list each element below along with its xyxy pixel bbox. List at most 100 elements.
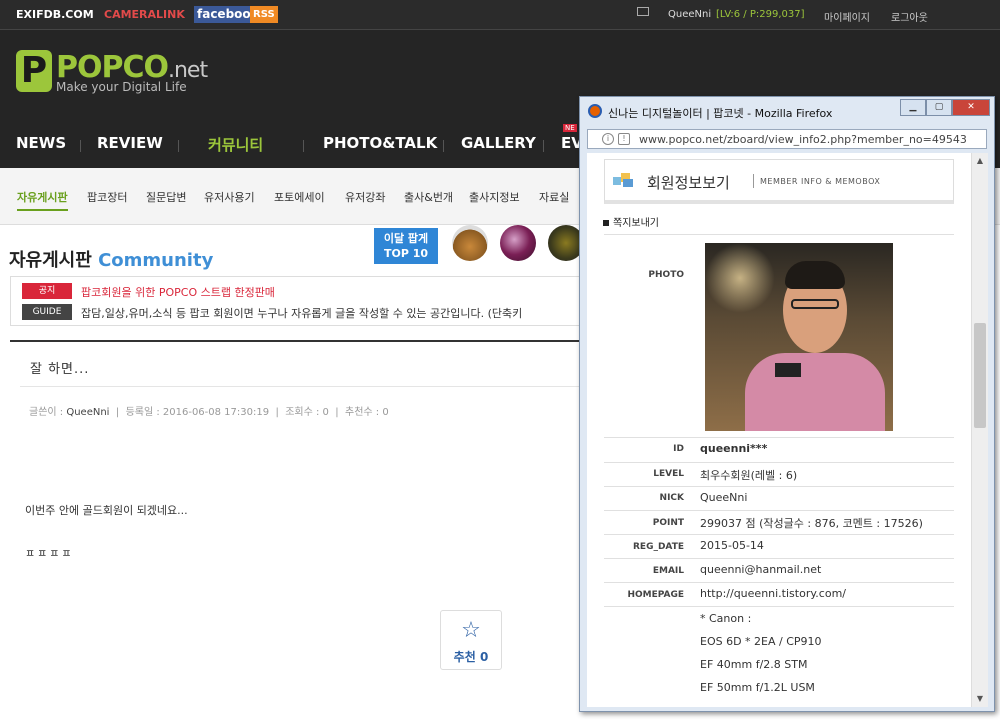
notice-badge: 공지 xyxy=(22,283,72,299)
subnav-spot-info[interactable]: 출사지정보 xyxy=(469,189,520,205)
nav-community[interactable]: 커뮤니티 xyxy=(208,134,263,155)
post-body-text: ㅍㅍㅍㅍ xyxy=(25,547,74,560)
board-title: 자유게시판 Community xyxy=(9,250,214,271)
divider xyxy=(20,386,580,387)
field-point-value: 299037 점 (작성글수 : 876, 코멘트 : 17526) xyxy=(700,517,923,530)
nav-divider xyxy=(443,140,444,152)
member-info-subtitle: MEMBER INFO & MEMOBOX xyxy=(760,177,881,186)
logo-p-icon: P xyxy=(16,50,52,92)
member-photo xyxy=(705,243,893,431)
user-level: [LV:6 / P:299,037] xyxy=(716,9,805,20)
subnav-user-review[interactable]: 유저사용기 xyxy=(204,189,255,205)
field-label: ID xyxy=(673,444,684,454)
field-label: NICK xyxy=(659,493,684,503)
top-avatar[interactable] xyxy=(500,225,536,261)
nav-photo-talk[interactable]: PHOTO&TALK xyxy=(323,134,437,152)
divider xyxy=(604,558,954,559)
username[interactable]: QueeNni xyxy=(668,9,711,20)
exifdb-link[interactable]: EXIFDB.COM xyxy=(16,8,94,21)
top-bar: EXIFDB.COM CAMERALINK facebook RSS QueeN… xyxy=(0,0,1000,30)
post-title: 잘 하면... xyxy=(30,362,90,377)
maximize-button[interactable]: ▢ xyxy=(926,99,952,116)
nav-divider xyxy=(543,140,544,152)
subnav-photo-essay[interactable]: 포토에세이 xyxy=(274,189,325,205)
mypage-link[interactable]: 마이페이지 xyxy=(824,9,870,24)
divider xyxy=(604,462,954,463)
nav-gallery[interactable]: GALLERY xyxy=(461,134,536,152)
recommend-label: 추천 xyxy=(453,650,476,664)
subnav-market[interactable]: 팝코장터 xyxy=(87,189,127,205)
logo-tagline: Make your Digital Life xyxy=(56,80,187,94)
shield-icon[interactable]: ! xyxy=(618,133,630,145)
popup-content: 회원정보보기 MEMBER INFO & MEMOBOX 쪽지보내기 PHOTO… xyxy=(587,153,988,707)
subnav-qna[interactable]: 질문답변 xyxy=(146,189,186,205)
logout-link[interactable]: 로그아웃 xyxy=(891,9,928,24)
url-bar[interactable]: i ! www.popco.net/zboard/view_info2.php?… xyxy=(587,129,987,149)
field-label: REG_DATE xyxy=(633,542,684,552)
divider xyxy=(604,534,954,535)
divider xyxy=(604,437,954,438)
firefox-icon xyxy=(588,104,602,118)
scroll-up-icon[interactable]: ▲ xyxy=(972,153,988,169)
scroll-down-icon[interactable]: ▼ xyxy=(972,691,988,707)
field-id-value: queenni*** xyxy=(700,442,768,455)
field-label: HOMEPAGE xyxy=(627,590,684,600)
homepage-line: EOS 6D * 2EA / CP910 xyxy=(700,635,822,648)
divider xyxy=(604,234,954,235)
field-homepage-value[interactable]: http://queenni.tistory.com/ xyxy=(700,587,846,600)
member-info-title: 회원정보보기 xyxy=(647,174,730,192)
guide-text: 잡담,일상,유머,소식 등 팝코 회원이면 누구나 자유롭게 글을 작성할 수 … xyxy=(81,307,523,320)
nav-review[interactable]: REVIEW xyxy=(97,134,163,152)
subnav-archive[interactable]: 자료실 xyxy=(539,189,569,205)
divider xyxy=(604,486,954,487)
field-label: LEVEL xyxy=(653,469,684,479)
homepage-line: * Canon : xyxy=(700,612,752,625)
homepage-line: EF 40mm f/2.8 STM xyxy=(700,658,808,671)
url-text[interactable]: www.popco.net/zboard/view_info2.php?memb… xyxy=(639,133,967,146)
notice-link[interactable]: 팝코회원을 위한 POPCO 스트랩 한정판매 xyxy=(81,284,275,300)
nav-divider xyxy=(178,140,179,152)
field-nick-value: QueeNni xyxy=(700,491,748,504)
scrollbar[interactable]: ▲ ▼ xyxy=(971,153,988,707)
cameralink-link[interactable]: CAMERALINK xyxy=(104,8,185,21)
photo-label: PHOTO xyxy=(648,270,684,280)
post-view: 잘 하면... 글쓴이 : QueeNni | 등록일 : 2016-06-08… xyxy=(10,340,580,723)
member-info-popup: 신나는 디지털놀이터 | 팝코넷 - Mozilla Firefox ▁ ▢ ✕… xyxy=(579,96,995,712)
field-email-value[interactable]: queenni@hanmail.net xyxy=(700,563,821,576)
cube-icon xyxy=(613,173,633,187)
subnav-outing[interactable]: 출사&번개 xyxy=(404,189,453,205)
post-writer[interactable]: QueeNni xyxy=(66,407,109,418)
homepage-line: EF 50mm f/1.2L USM xyxy=(700,681,815,694)
minimize-button[interactable]: ▁ xyxy=(900,99,926,116)
nav-news[interactable]: NEWS xyxy=(16,134,66,152)
month-top10-button[interactable]: 이달 팝게 TOP 10 xyxy=(374,228,438,264)
nav-divider xyxy=(303,140,304,152)
recommend-button[interactable]: ☆ 추천 0 xyxy=(440,610,502,670)
mail-icon[interactable] xyxy=(637,7,649,16)
send-message-link[interactable]: 쪽지보내기 xyxy=(603,214,659,229)
post-body-text: 이번주 안에 골드회원이 되겠네요... xyxy=(25,504,188,517)
member-info-header: 회원정보보기 MEMBER INFO & MEMOBOX xyxy=(604,159,954,204)
post-meta: 글쓴이 : QueeNni | 등록일 : 2016-06-08 17:30:1… xyxy=(29,407,389,418)
divider xyxy=(604,582,954,583)
scroll-thumb[interactable] xyxy=(974,323,986,428)
field-label: POINT xyxy=(652,518,684,528)
notice-box: 공지 팝코회원을 위한 POPCO 스트랩 한정판매 GUIDE 잡담,일상,유… xyxy=(10,276,580,326)
subnav-user-lecture[interactable]: 유저강좌 xyxy=(345,189,385,205)
field-label: EMAIL xyxy=(652,566,684,576)
info-icon[interactable]: i xyxy=(602,133,614,145)
rss-link[interactable]: RSS xyxy=(250,6,278,23)
guide-badge: GUIDE xyxy=(22,304,72,320)
divider xyxy=(753,174,754,188)
window-title: 신나는 디지털놀이터 | 팝코넷 - Mozilla Firefox xyxy=(608,107,833,120)
subnav-free-board[interactable]: 자유게시판 xyxy=(17,189,68,211)
bullet-icon xyxy=(603,220,609,226)
close-button[interactable]: ✕ xyxy=(952,99,990,116)
popco-logo[interactable]: P POPCO.net Make your Digital Life xyxy=(16,50,208,94)
divider xyxy=(604,510,954,511)
divider xyxy=(604,606,954,607)
field-regdate-value: 2015-05-14 xyxy=(700,539,764,552)
star-icon: ☆ xyxy=(461,618,481,643)
field-level-value: 최우수회원(레벨 : 6) xyxy=(700,469,798,482)
top-avatar[interactable] xyxy=(452,225,488,261)
